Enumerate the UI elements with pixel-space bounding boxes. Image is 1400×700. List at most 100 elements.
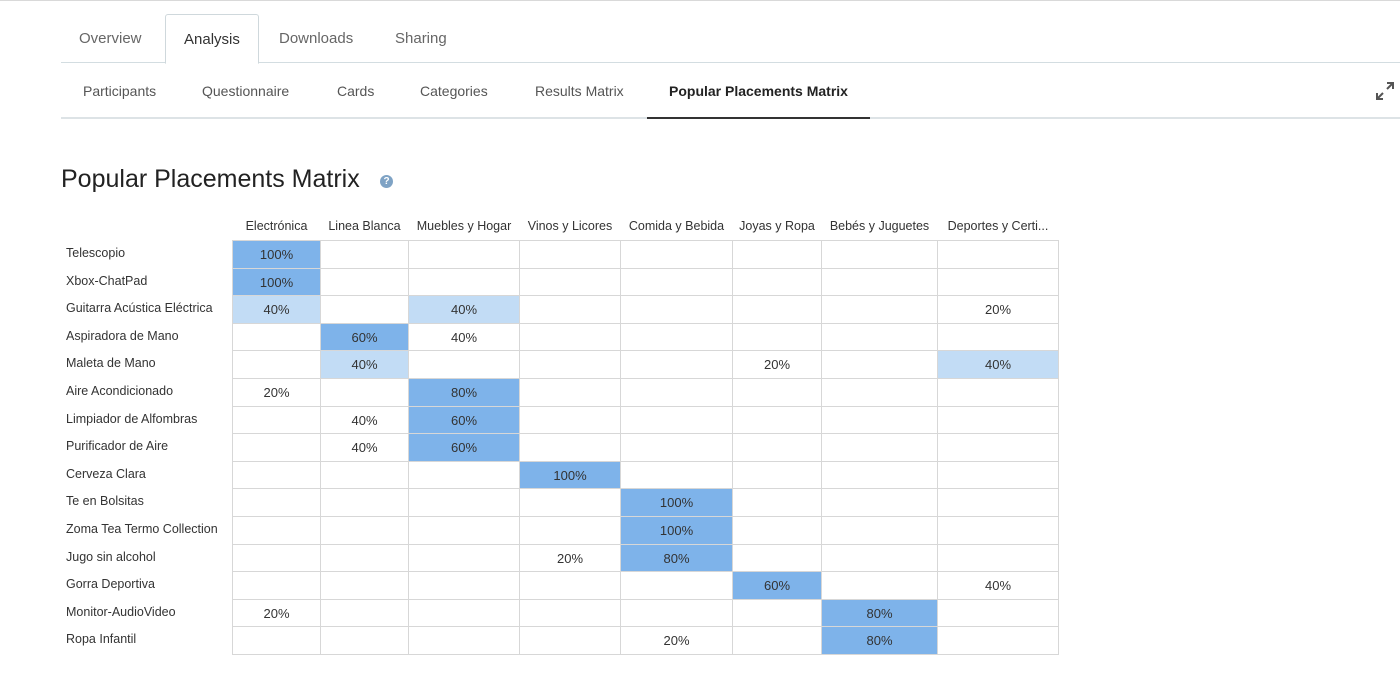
- matrix-cell: [519, 240, 621, 269]
- matrix-cell: [408, 240, 520, 269]
- matrix-cell: [232, 626, 321, 655]
- matrix-cell: [937, 378, 1059, 407]
- matrix-cell: [320, 516, 409, 545]
- matrix-cell: [732, 543, 822, 573]
- matrix-cell: 100%: [232, 240, 321, 269]
- matrix-cell: [232, 571, 321, 600]
- matrix-cell: [232, 460, 321, 490]
- matrix-cell: [320, 626, 409, 655]
- matrix-cell: [821, 488, 938, 517]
- tab-overview[interactable]: Overview: [61, 14, 160, 63]
- matrix-cell: 100%: [519, 460, 621, 490]
- top-rule: [0, 0, 1400, 1]
- matrix-cell: 40%: [232, 295, 321, 324]
- row-label: Aire Acondicionado: [66, 384, 174, 398]
- row-label: Jugo sin alcohol: [66, 549, 156, 564]
- matrix-cell: [937, 405, 1059, 435]
- matrix-cell: [320, 571, 409, 600]
- matrix-cell: 40%: [408, 295, 520, 324]
- matrix-cell: 20%: [232, 378, 321, 407]
- column-header: Electrónica: [245, 219, 308, 233]
- matrix-cell: [937, 598, 1059, 628]
- matrix-cell: [320, 378, 409, 407]
- matrix-cell: [821, 322, 938, 352]
- row-label: Gorra Deportiva: [66, 577, 155, 592]
- matrix-cell: [732, 405, 822, 435]
- matrix-cell: 20%: [232, 598, 321, 628]
- matrix-cell: [519, 516, 621, 545]
- matrix-cell: 80%: [821, 598, 938, 628]
- matrix-cell: [937, 460, 1059, 490]
- matrix-cell: [732, 488, 822, 517]
- matrix-cell: [821, 267, 938, 297]
- row-label: Xbox-ChatPad: [66, 273, 148, 288]
- subtab-questionnaire[interactable]: Questionnaire: [180, 64, 311, 118]
- matrix-cell: [408, 571, 520, 600]
- matrix-cell: [732, 433, 822, 462]
- matrix-cell: [519, 267, 621, 297]
- matrix-cell: [519, 405, 621, 435]
- row-label: Te en Bolsitas: [66, 494, 144, 509]
- matrix-cell: [620, 350, 733, 379]
- matrix-cell: [732, 295, 822, 324]
- matrix-cell: 40%: [320, 433, 409, 462]
- matrix-cell: [937, 240, 1059, 269]
- matrix-cell: 60%: [320, 322, 409, 352]
- matrix-cell: [408, 598, 520, 628]
- subtab-popular-placements-matrix[interactable]: Popular Placements Matrix: [647, 64, 870, 119]
- primary-tabs: Overview Analysis Downloads Sharing: [61, 14, 1400, 64]
- matrix-cell: [320, 267, 409, 297]
- matrix-cell: 80%: [620, 543, 733, 573]
- matrix-cell: [320, 240, 409, 269]
- matrix-cell: [821, 350, 938, 379]
- tab-analysis[interactable]: Analysis: [165, 14, 259, 64]
- subtab-categories[interactable]: Categories: [398, 64, 510, 118]
- matrix-cell: [320, 543, 409, 573]
- matrix-cell: [519, 322, 621, 352]
- column-header: Bebés y Juguetes: [829, 219, 930, 233]
- row-label: Cerveza Clara: [66, 466, 146, 481]
- matrix-cell: [821, 516, 938, 545]
- matrix-cell: 40%: [408, 322, 520, 352]
- matrix-cell: [937, 626, 1059, 655]
- matrix-cell: [937, 516, 1059, 545]
- subtab-cards[interactable]: Cards: [315, 64, 396, 118]
- matrix-cell: [937, 543, 1059, 573]
- tab-sharing[interactable]: Sharing: [377, 14, 465, 63]
- expand-arrows-icon[interactable]: [1374, 80, 1396, 102]
- column-header: Deportes y Certi...: [947, 219, 1049, 233]
- subtab-participants[interactable]: Participants: [61, 64, 178, 118]
- matrix-cell: [620, 267, 733, 297]
- matrix-cell: [519, 626, 621, 655]
- matrix-cell: [232, 488, 321, 517]
- matrix-cell: [937, 322, 1059, 352]
- column-header: Muebles y Hogar: [416, 219, 512, 233]
- matrix-cell: [732, 516, 822, 545]
- matrix-cell: [519, 488, 621, 517]
- matrix-cell: 100%: [232, 267, 321, 297]
- tab-downloads[interactable]: Downloads: [261, 14, 371, 63]
- matrix-cell: [519, 433, 621, 462]
- row-label: Telescopio: [66, 246, 126, 260]
- row-label: Limpiador de Alfombras: [66, 411, 198, 426]
- matrix-cell: 100%: [620, 488, 733, 517]
- column-header: Comida y Bebida: [628, 219, 725, 233]
- secondary-tabs: Participants Questionnaire Cards Categor…: [61, 64, 1400, 120]
- column-header: Vinos y Licores: [527, 219, 613, 233]
- matrix-cell: 80%: [408, 378, 520, 407]
- matrix-cell: [937, 488, 1059, 517]
- matrix-cell: 20%: [937, 295, 1059, 324]
- matrix-cell: [408, 267, 520, 297]
- matrix-cell: 40%: [320, 350, 409, 379]
- question-circle-icon[interactable]: ?: [380, 175, 393, 188]
- matrix-cell: [821, 378, 938, 407]
- matrix-cell: [821, 433, 938, 462]
- matrix-cell: 20%: [620, 626, 733, 655]
- matrix-cell: [821, 571, 938, 600]
- matrix-cell: 100%: [620, 516, 733, 545]
- tabs-divider: [61, 62, 1400, 63]
- matrix-cell: [821, 240, 938, 269]
- matrix-cell: [519, 598, 621, 628]
- subtab-results-matrix[interactable]: Results Matrix: [513, 64, 646, 118]
- matrix-cell: [732, 460, 822, 490]
